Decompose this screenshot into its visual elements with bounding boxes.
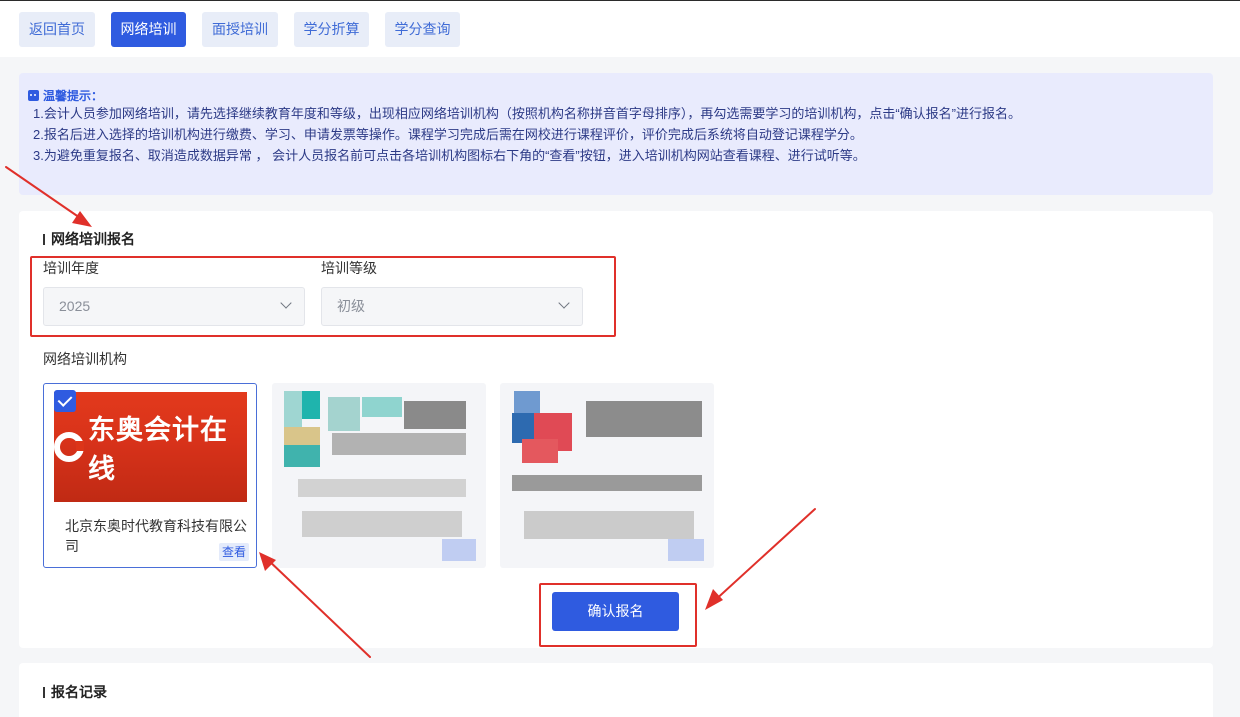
notice-line: 2.报名后进入选择的培训机构进行缴费、学习、申请发票等操作。课程学习完成后需在网… bbox=[33, 127, 863, 142]
notice-title-text: 温馨提示： bbox=[43, 88, 104, 103]
annotation-box-confirm bbox=[539, 583, 697, 647]
logo-text: 东奥会计在线 bbox=[88, 415, 228, 485]
org-card[interactable]: 东奥会计在线 北京东奥时代教育科技有限公司 查看 bbox=[43, 383, 257, 568]
section-title: 网络培训报名 bbox=[43, 229, 135, 249]
pixel-block bbox=[586, 401, 702, 437]
section-title: 报名记录 bbox=[43, 682, 107, 702]
section-title-text: 报名记录 bbox=[51, 684, 107, 700]
notice-box: 温馨提示： 1.会计人员参加网络培训，请先选择继续教育年度和等级，出现相应网络培… bbox=[19, 73, 1213, 195]
org-card-pixelated[interactable] bbox=[500, 383, 714, 568]
message-icon bbox=[28, 89, 39, 101]
org-logo: 东奥会计在线 bbox=[54, 392, 247, 502]
notice-line: 1.会计人员参加网络培训，请先选择继续教育年度和等级，出现相应网络培训机构（按照… bbox=[33, 106, 1022, 121]
org-label: 网络培训机构 bbox=[43, 351, 127, 367]
pixel-block bbox=[302, 511, 462, 537]
pixel-block bbox=[302, 391, 320, 419]
pixel-block bbox=[404, 401, 466, 429]
pixel-block bbox=[362, 397, 402, 417]
pixel-block bbox=[284, 427, 320, 445]
org-card-pixelated[interactable] bbox=[272, 383, 486, 568]
pixel-block bbox=[522, 439, 558, 463]
title-bar bbox=[43, 686, 45, 698]
logo-mark-icon bbox=[54, 432, 84, 462]
tab-credit-query[interactable]: 学分查询 bbox=[385, 12, 460, 47]
tab-bar: 返回首页 网络培训 面授培训 学分折算 学分查询 bbox=[0, 1, 1240, 57]
tab-credit-conversion[interactable]: 学分折算 bbox=[294, 12, 369, 47]
view-button[interactable]: 查看 bbox=[219, 543, 249, 561]
pixel-block bbox=[442, 539, 476, 561]
title-bar bbox=[43, 233, 45, 245]
pixel-block bbox=[284, 445, 320, 467]
notice-title: 温馨提示： bbox=[28, 87, 1213, 103]
pixel-block bbox=[298, 479, 466, 497]
org-checkbox[interactable] bbox=[54, 390, 76, 412]
tab-home[interactable]: 返回首页 bbox=[19, 12, 95, 47]
pixel-block bbox=[512, 475, 702, 491]
notice-line: 3.为避免重复报名、取消造成数据异常 ， 会计人员报名前可点击各培训机构图标右下… bbox=[33, 148, 866, 163]
pixel-block bbox=[332, 433, 466, 455]
tab-online-training[interactable]: 网络培训 bbox=[111, 12, 186, 47]
annotation-box-filters bbox=[30, 256, 616, 337]
registration-records-card: 报名记录 bbox=[19, 663, 1213, 717]
pixel-block bbox=[328, 397, 360, 431]
tab-face-to-face-training[interactable]: 面授培训 bbox=[202, 12, 278, 47]
pixel-block bbox=[668, 539, 704, 561]
section-title-text: 网络培训报名 bbox=[51, 231, 135, 247]
pixel-block bbox=[514, 391, 540, 413]
pixel-block bbox=[524, 511, 694, 539]
